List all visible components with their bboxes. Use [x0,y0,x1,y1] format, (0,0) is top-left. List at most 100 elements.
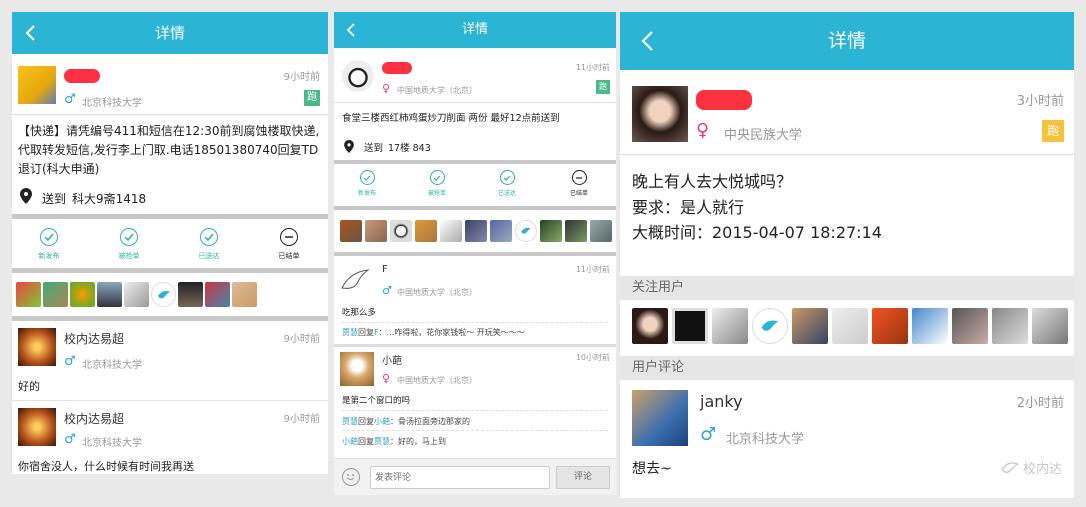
follower-avatar[interactable] [632,308,668,344]
follower-avatar[interactable] [792,308,828,344]
follower-avatar[interactable] [490,220,512,242]
follower-avatar[interactable] [124,282,149,307]
status-closed: 已结单 [564,170,594,197]
comment-school: 北京科技大学 [82,360,142,371]
check-circle-icon [499,170,515,185]
status-closed: 已结单 [272,228,306,261]
status-grabbed: 被抢单 [112,228,146,261]
comment-school: 北京科技大学 [726,432,805,447]
back-button[interactable] [640,12,654,70]
page-title: 详情 [154,24,185,42]
comment-text: 是第二个窗口的吗 [342,396,411,406]
follower-avatar[interactable] [752,308,788,344]
comment-author[interactable]: 校内达易超 [64,330,124,347]
detail-screen-2: 详情 11小时前 ♀ 中国地质大学（北京） 跑 食堂三楼西红柿鸡蛋炒刀削面 两份… [334,12,616,495]
comment-input[interactable] [370,466,550,489]
reply-from[interactable]: 贾慧 [342,328,358,337]
follower-avatar[interactable] [832,308,868,344]
follower-avatar[interactable] [365,220,387,242]
status-grabbed: 被抢单 [422,170,452,197]
run-badge: 跑 [304,90,320,106]
back-button[interactable] [24,12,36,54]
avatar[interactable] [18,66,56,104]
chevron-left-icon [641,31,653,51]
follower-avatar[interactable] [1032,308,1068,344]
follower-avatar[interactable] [672,308,708,344]
follower-avatar[interactable] [712,308,748,344]
emoji-icon[interactable] [342,468,360,486]
comment-author[interactable]: 校内达易超 [64,410,124,427]
header-bar: 详情 [334,12,616,48]
page-title: 详情 [461,22,488,37]
comment-author[interactable]: 小葩 [382,352,402,367]
post-content: 【快递】请凭编号411和短信在12:30前到腐蚀楼取快递,代取转发短信,发行李上… [18,124,320,176]
check-circle-icon [429,170,445,185]
follower-avatar[interactable] [992,308,1028,344]
minus-circle-icon [571,170,587,185]
female-icon: ♀ [382,82,391,95]
comment-avatar[interactable] [18,408,56,446]
avatar[interactable] [342,60,374,92]
follower-avatar[interactable] [912,308,948,344]
follower-avatar[interactable] [540,220,562,242]
check-circle-icon [200,228,218,246]
follower-avatar[interactable] [415,220,437,242]
reply-line: 贾慧回复F：...咋得啦，花你家钱啦～ 开玩笑～～～ [342,328,525,337]
follower-avatar[interactable] [565,220,587,242]
follower-avatar[interactable] [178,282,203,307]
dest-value: 17楼 843 [388,143,431,154]
reply-from[interactable]: 贾慧 [342,417,358,426]
follower-avatar[interactable] [232,282,257,307]
follower-avatar[interactable] [16,282,41,307]
header-bar: 详情 [12,12,328,54]
comment-avatar[interactable] [632,390,688,446]
post-content-line: 大概时间：2015-04-07 18:27:14 [632,223,882,242]
follower-avatar[interactable] [440,220,462,242]
bird-logo-icon [1001,461,1019,473]
comment-input-bar: 评论 [334,458,616,495]
follower-avatar[interactable] [872,308,908,344]
comment-author[interactable]: janky [700,392,743,411]
comment-time: 2小时前 [1016,396,1064,411]
follower-avatar[interactable] [952,308,988,344]
male-icon: ♂ [382,284,392,297]
comment-avatar[interactable] [18,328,56,366]
pin-icon [20,188,32,208]
post-time: 11小时前 [575,63,610,72]
status-delivered: 已送达 [492,170,522,197]
follower-avatar[interactable] [465,220,487,242]
post-time: 3小时前 [1016,94,1064,109]
male-icon: ♂ [64,92,76,107]
comment-author[interactable]: F [382,264,388,275]
follower-avatar[interactable] [97,282,122,307]
school-name: 中央民族大学 [724,128,803,143]
follower-avatar[interactable] [151,282,176,307]
follower-avatar[interactable] [43,282,68,307]
status-delivered: 已送达 [192,228,226,261]
run-badge: 跑 [1042,120,1064,142]
check-circle-icon [359,170,375,185]
comment-school: 中国地质大学（北京） [397,376,477,385]
avatar[interactable] [632,86,688,142]
status-new: 新发布 [32,228,66,261]
post-time: 9小时前 [283,72,320,83]
comment-avatar[interactable] [340,264,374,298]
reply-to[interactable]: 小葩 [374,417,390,426]
redacted-username [382,62,412,74]
detail-screen-3: 详情 3小时前 ♀ 中央民族大学 跑 晚上有人去大悦城吗？ 要求：是人就行 大概… [620,12,1074,498]
reply-from[interactable]: 小葩 [342,437,358,446]
reply-to[interactable]: 贾慧 [374,437,390,446]
comment-avatar[interactable] [340,352,374,386]
section-comment-title: 用户评论 [620,356,1074,380]
reply-line: 贾慧回复小葩：骨汤拉面旁边那家的 [342,417,470,426]
follower-avatar[interactable] [515,220,537,242]
follower-avatar[interactable] [70,282,95,307]
send-comment-button[interactable]: 评论 [556,466,610,489]
follower-avatar[interactable] [390,220,412,242]
female-icon: ♀ [696,120,710,141]
follower-avatar[interactable] [205,282,230,307]
follower-avatar[interactable] [340,220,362,242]
comment-text: 吃那么多 [342,308,377,318]
back-button[interactable] [346,12,356,48]
follower-avatar[interactable] [590,220,612,242]
